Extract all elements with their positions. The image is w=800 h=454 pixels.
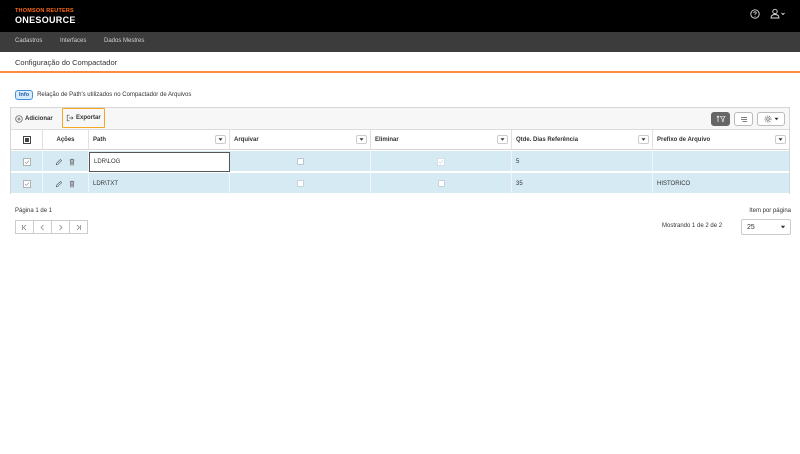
next-page-button[interactable] bbox=[51, 220, 70, 234]
edit-icon[interactable] bbox=[55, 180, 63, 188]
columns-button[interactable] bbox=[734, 112, 753, 126]
chevron-down-icon bbox=[780, 225, 786, 229]
eliminar-checkbox[interactable] bbox=[437, 157, 445, 166]
top-icons bbox=[750, 8, 786, 19]
column-header-eliminar-label: Eliminar bbox=[375, 137, 399, 143]
eliminar-cell bbox=[371, 173, 512, 194]
export-label: Exportar bbox=[76, 115, 101, 121]
row-checkbox[interactable] bbox=[22, 179, 31, 188]
add-label: Adicionar bbox=[25, 116, 53, 122]
row-select-cell bbox=[11, 151, 43, 172]
last-page-icon bbox=[76, 224, 81, 230]
sort-filter-icon bbox=[716, 115, 726, 122]
trash-icon[interactable] bbox=[68, 180, 76, 188]
column-menu-icon[interactable] bbox=[497, 135, 508, 144]
info-row: Info Relação de Path's utilizados no Com… bbox=[15, 90, 191, 100]
row-checkbox[interactable] bbox=[22, 157, 31, 166]
eliminar-cell bbox=[371, 151, 512, 172]
grid-toolbar: Adicionar Exportar bbox=[11, 108, 789, 130]
arquivar-checkbox[interactable] bbox=[296, 180, 304, 187]
export-icon bbox=[66, 114, 74, 122]
title-bar: Configuração do Compactador bbox=[0, 52, 800, 73]
export-button[interactable]: Exportar bbox=[62, 108, 105, 128]
add-icon bbox=[15, 115, 23, 123]
path-cell[interactable]: LDR\TXT bbox=[89, 173, 230, 194]
column-header-arquivar-label: Arquivar bbox=[234, 137, 259, 143]
toolbar-right bbox=[711, 112, 785, 126]
brand-logo[interactable]: ONESOURCE bbox=[15, 15, 76, 25]
column-header-dias-label: Qtde. Dias Referência bbox=[516, 137, 579, 143]
column-header-dias[interactable]: Qtde. Dias Referência bbox=[512, 130, 653, 150]
first-page-button[interactable] bbox=[15, 220, 34, 234]
prev-page-icon bbox=[40, 224, 44, 230]
user-menu-icon[interactable] bbox=[770, 8, 786, 19]
dias-cell[interactable]: 5 bbox=[512, 151, 653, 172]
column-menu-icon[interactable] bbox=[215, 135, 226, 144]
eliminar-checkbox[interactable] bbox=[437, 180, 445, 187]
items-per-page-value: 25 bbox=[747, 223, 755, 231]
brand-top: THOMSON REUTERS bbox=[15, 8, 74, 14]
items-per-page-label: Item por página bbox=[749, 208, 791, 214]
settings-button[interactable] bbox=[757, 112, 785, 126]
column-header-arquivar[interactable]: Arquivar bbox=[230, 130, 371, 150]
edit-icon[interactable] bbox=[55, 158, 63, 166]
last-page-button[interactable] bbox=[69, 220, 88, 234]
showing-count: Mostrando 1 de 2 de 2 bbox=[662, 223, 723, 229]
column-header-eliminar[interactable]: Eliminar bbox=[371, 130, 512, 150]
row-actions bbox=[43, 151, 89, 172]
arquivar-checkbox[interactable] bbox=[296, 158, 304, 165]
menu-item-interfaces[interactable]: Interfaces bbox=[60, 38, 86, 44]
column-header-prefixo[interactable]: Prefixo de Arquivo bbox=[653, 130, 789, 150]
column-header-prefixo-label: Prefixo de Arquivo bbox=[657, 137, 711, 143]
arquivar-cell bbox=[230, 173, 371, 194]
column-menu-icon[interactable] bbox=[638, 135, 649, 144]
first-page-icon bbox=[22, 224, 27, 230]
help-icon[interactable] bbox=[750, 8, 760, 19]
pagination bbox=[15, 220, 88, 234]
page-indicator: Página 1 de 1 bbox=[15, 208, 53, 214]
list-icon bbox=[740, 116, 747, 122]
data-grid: Adicionar Exportar Ações Path Arquivar E… bbox=[10, 107, 790, 194]
column-header-path[interactable]: Path bbox=[89, 130, 230, 150]
gear-icon bbox=[764, 115, 771, 123]
trash-icon[interactable] bbox=[68, 158, 76, 166]
table-row[interactable]: LDR\LOG 5 bbox=[11, 151, 789, 172]
select-all-cell bbox=[11, 130, 43, 150]
column-header-acoes: Ações bbox=[43, 130, 89, 150]
column-header-path-label: Path bbox=[93, 137, 107, 143]
info-badge: Info bbox=[15, 90, 34, 100]
prefixo-cell[interactable]: HISTORICO bbox=[653, 173, 789, 194]
grid-header: Ações Path Arquivar Eliminar Qtde. Dias … bbox=[11, 130, 789, 150]
path-cell-editing[interactable]: LDR\LOG bbox=[89, 152, 230, 172]
table-row[interactable]: LDR\TXT 35 HISTORICO bbox=[11, 173, 789, 194]
column-menu-icon[interactable] bbox=[356, 135, 367, 144]
chevron-down-icon bbox=[774, 117, 778, 121]
select-all-checkbox[interactable] bbox=[22, 136, 31, 144]
add-button[interactable]: Adicionar bbox=[15, 112, 53, 126]
info-text: Relação de Path's utilizados no Compacta… bbox=[37, 92, 192, 98]
menu-bar: Cadastros Interfaces Dados Mestres bbox=[0, 32, 800, 52]
page-title: Configuração do Compactador bbox=[15, 58, 118, 67]
row-actions bbox=[43, 173, 89, 194]
prev-page-button[interactable] bbox=[33, 220, 52, 234]
row-select-cell bbox=[11, 173, 43, 194]
dias-cell[interactable]: 35 bbox=[512, 173, 653, 194]
next-page-icon bbox=[59, 224, 63, 230]
items-per-page-select[interactable]: 25 bbox=[741, 219, 791, 235]
prefixo-cell[interactable] bbox=[653, 151, 789, 172]
arquivar-cell bbox=[230, 151, 371, 172]
sort-filter-button[interactable] bbox=[711, 112, 730, 126]
top-bar: THOMSON REUTERS ONESOURCE bbox=[0, 0, 800, 32]
menu-item-dados-mestres[interactable]: Dados Mestres bbox=[104, 38, 144, 44]
column-menu-icon[interactable] bbox=[775, 135, 786, 144]
menu-item-cadastros[interactable]: Cadastros bbox=[15, 38, 42, 44]
